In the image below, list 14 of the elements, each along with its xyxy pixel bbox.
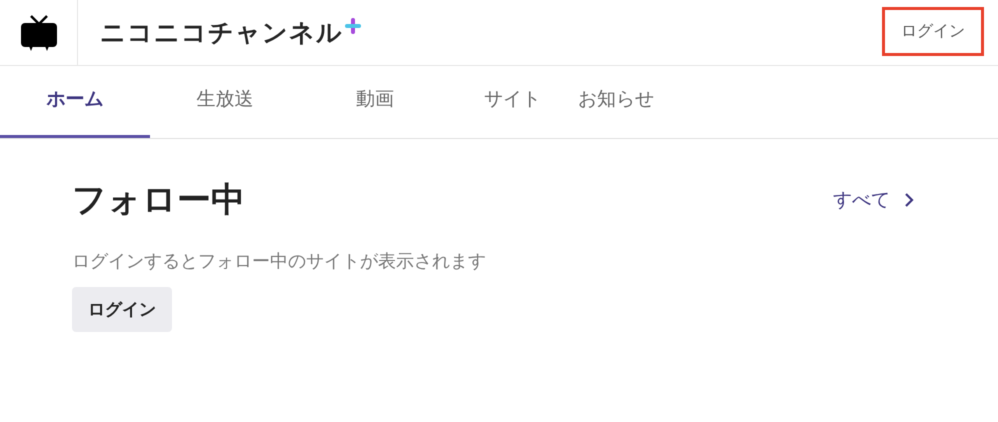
login-button[interactable]: ログイン [72, 287, 172, 332]
nav-tab[interactable]: 生放送 [150, 66, 300, 138]
tv-icon[interactable] [20, 14, 58, 50]
plus-icon [345, 18, 361, 34]
logo-text[interactable]: ニコニコチャンネル [100, 16, 343, 49]
see-all-link[interactable]: すべて [833, 187, 914, 213]
nav-tab[interactable]: サイト [450, 66, 541, 138]
nav-tab[interactable]: 動画 [300, 66, 450, 138]
section-title: フォロー中 [72, 179, 245, 222]
nav-tab[interactable]: ホーム [0, 66, 150, 138]
login-prompt: ログインするとフォロー中のサイトが表示されます [72, 250, 487, 273]
nav-tab[interactable]: お知らせ [541, 66, 691, 138]
chevron-icon [904, 192, 914, 208]
login-button[interactable]: ログイン [882, 7, 984, 56]
